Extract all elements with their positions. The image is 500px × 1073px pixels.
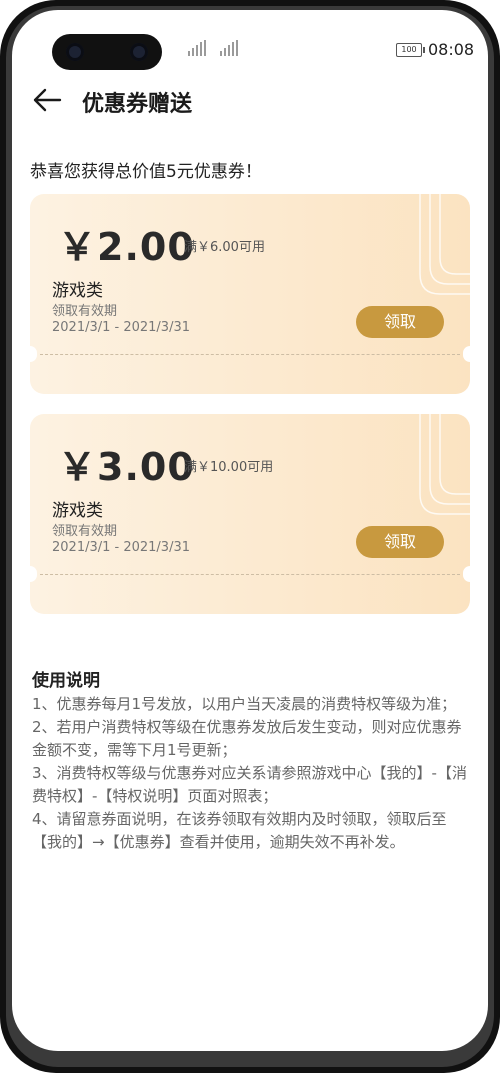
coupon-divider [40,574,460,575]
coupon-condition: 满￥6.00可用 [184,240,265,255]
camera-cutout [52,34,162,70]
coupon-amount: ￥2.00 [58,225,195,269]
battery-icon: 100 [396,43,425,57]
valid-period-label: 领取有效期 [52,524,118,539]
coupon-amount: ￥3.00 [58,445,195,489]
decoration-lines [419,414,470,515]
valid-period-label: 领取有效期 [52,304,118,319]
camera-icon [130,43,148,61]
coupon-category: 游戏类 [52,281,103,301]
coupon-notch [463,566,470,582]
valid-period-range: 2021/3/1 - 2021/3/31 [52,540,190,555]
status-bar: 100 08:08 [12,10,488,70]
decoration-lines [419,194,470,295]
coupon-card: ￥3.00 满￥10.00可用 游戏类 领取有效期 2021/3/1 - 202… [30,414,470,614]
coupon-card: ￥2.00 满￥6.00可用 游戏类 领取有效期 2021/3/1 - 2021… [30,194,470,394]
claim-button[interactable]: 领取 [356,306,444,338]
usage-title: 使用说明 [32,671,100,691]
coupon-notch [30,346,37,362]
coupon-divider [40,354,460,355]
valid-period-range: 2021/3/1 - 2021/3/31 [52,320,190,335]
phone-frame: 100 08:08 优惠券赠送 恭喜您获得总价值5元优惠券！ ￥2.00 满￥6… [0,0,500,1073]
usage-text: 1、优惠券每月1号发放，以用户当天凌晨的消费特权等级为准； 2、若用户消费特权等… [32,695,467,851]
coupon-notch [463,346,470,362]
status-time: 08:08 [428,40,475,59]
coupon-condition: 满￥10.00可用 [184,460,274,475]
signal-icon [220,40,238,56]
signal-icon [188,40,206,56]
screen: 100 08:08 优惠券赠送 恭喜您获得总价值5元优惠券！ ￥2.00 满￥6… [12,10,488,1051]
back-arrow-icon[interactable] [32,84,64,116]
coupon-notch [30,566,37,582]
coupon-category: 游戏类 [52,501,103,521]
camera-icon [66,43,84,61]
congrats-text: 恭喜您获得总价值5元优惠券！ [30,162,262,182]
page-title: 优惠券赠送 [82,92,193,117]
claim-button[interactable]: 领取 [356,526,444,558]
